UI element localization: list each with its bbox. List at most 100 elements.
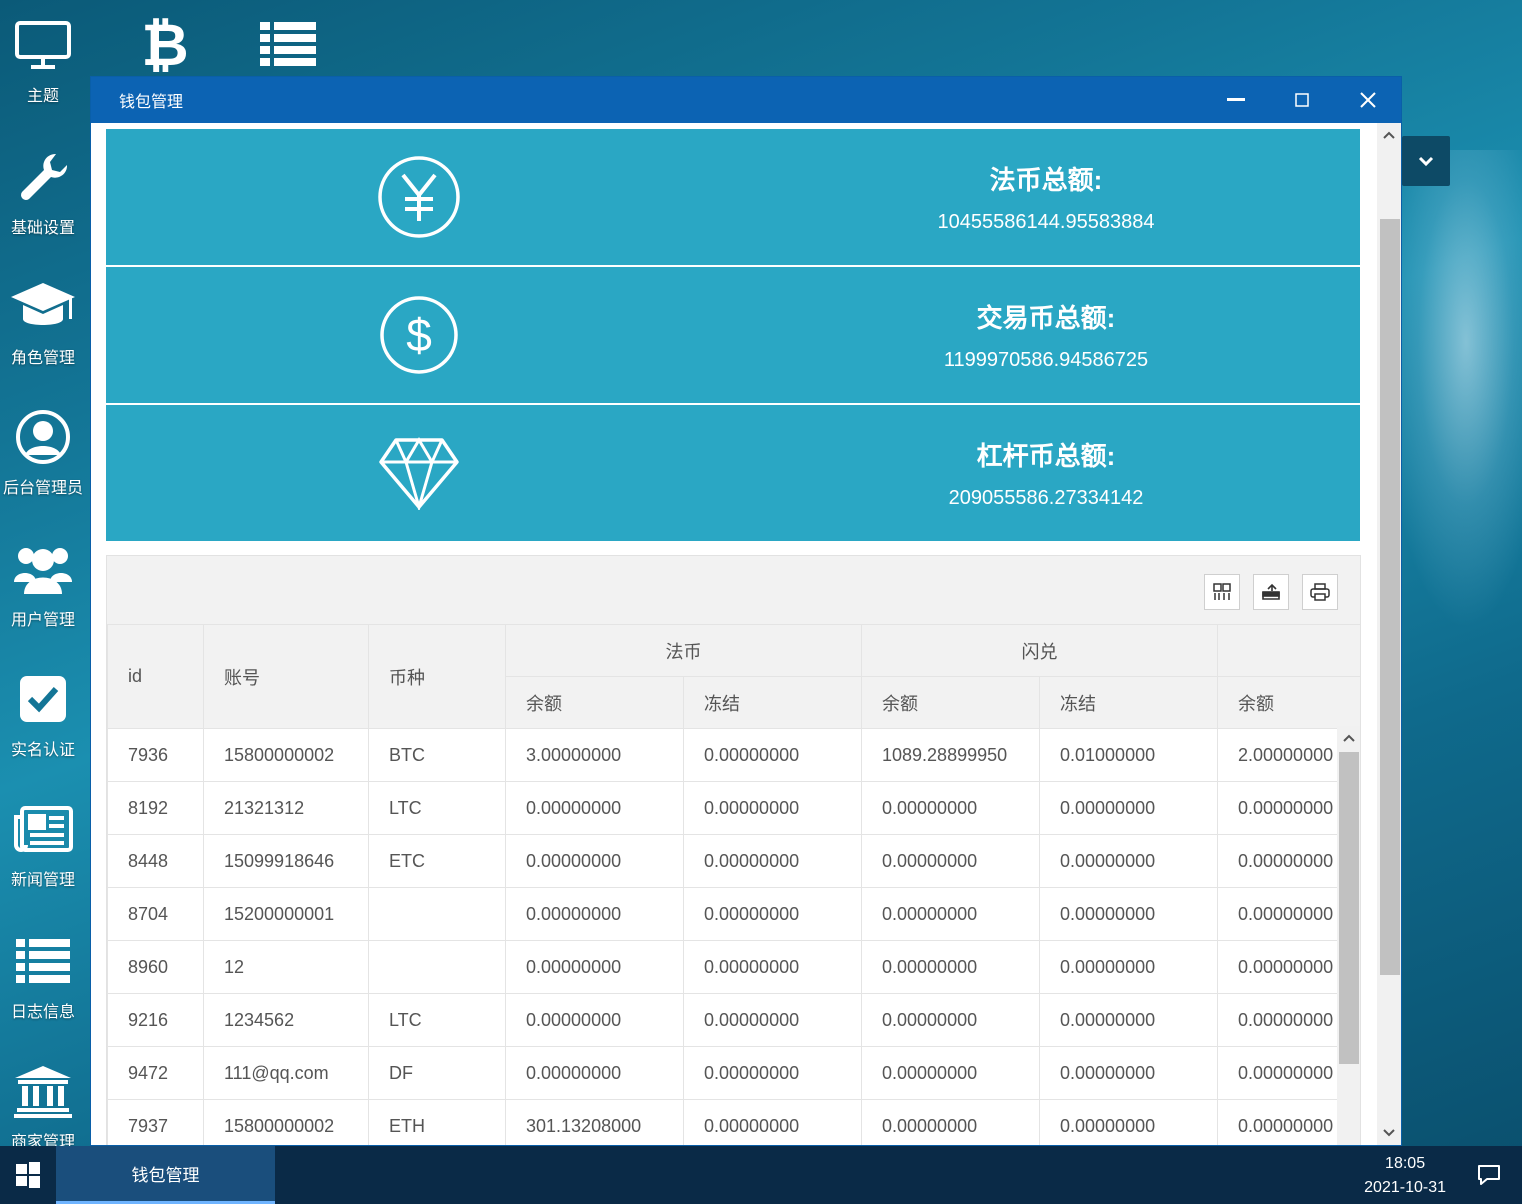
cell-account: 15200000001: [203, 887, 369, 941]
table-scroll-thumb[interactable]: [1339, 752, 1359, 1064]
maximize-button[interactable]: [1269, 77, 1335, 123]
table-scroll-up-button[interactable]: [1337, 726, 1360, 750]
desktop-icon-theme[interactable]: 主题: [0, 10, 86, 106]
table-row[interactable]: 7936 15800000002 BTC 3.00000000 0.000000…: [107, 728, 1360, 782]
diamond-icon: [379, 437, 459, 510]
desktop-icon-label: 主题: [26, 88, 59, 105]
export-icon: [1262, 583, 1280, 600]
fiat-total-value: 10455586144.95583884: [937, 211, 1155, 233]
table-row[interactable]: 8192 21321312 LTC 0.00000000 0.00000000 …: [107, 781, 1360, 835]
chat-bubble-icon: [1478, 1165, 1500, 1185]
taskbar-item-wallet[interactable]: 钱包管理: [56, 1146, 275, 1204]
header-flash-frozen[interactable]: 冻结: [1039, 676, 1218, 729]
window-content: 法币总额: 10455586144.95583884 $ 交易币总额: 1199…: [91, 123, 1377, 1145]
header-fiat-frozen[interactable]: 冻结: [683, 676, 862, 729]
desktop-icon-logs[interactable]: 日志信息: [0, 926, 86, 1022]
cell-flash-frozen: 0.00000000: [1039, 781, 1218, 835]
table-row[interactable]: 8448 15099918646 ETC 0.00000000 0.000000…: [107, 834, 1360, 888]
window-scroll-up-button[interactable]: [1377, 123, 1401, 147]
window-scroll-down-button[interactable]: [1377, 1121, 1401, 1145]
print-button[interactable]: [1302, 574, 1338, 610]
chevron-up-icon: [1383, 131, 1395, 139]
wallet-table-card: id 账号 币种 法币 闪兑 余额 冻结 余额 冻结 余额 7936 15800…: [106, 555, 1361, 1145]
trade-total-value: 1199970586.94586725: [943, 349, 1149, 371]
header-group-next: [1217, 624, 1360, 677]
taskbar: 钱包管理 18:05 2021-10-31: [0, 1146, 1522, 1204]
desktop-icon-label: 角色管理: [10, 350, 75, 367]
desktop-icon-label: 新闻管理: [10, 872, 75, 889]
chevron-down-icon: [1383, 1129, 1395, 1137]
bank-icon: [0, 1056, 86, 1126]
window-titlebar[interactable]: 钱包管理: [91, 77, 1401, 123]
desktop-icon-real-name-auth[interactable]: 实名认证: [0, 664, 86, 760]
table-scrollbar[interactable]: [1337, 726, 1360, 1145]
cell-fiat-frozen: 0.00000000: [683, 887, 862, 941]
chevron-down-icon: [1418, 156, 1434, 167]
svg-text:$: $: [406, 309, 432, 361]
table-grid: id 账号 币种 法币 闪兑 余额 冻结 余额 冻结 余额 7936 15800…: [107, 624, 1360, 1145]
wrench-icon: [0, 142, 86, 212]
windows-logo-icon: [16, 1162, 40, 1188]
cell-fiat-balance: 0.00000000: [505, 834, 684, 888]
cell-id: 8960: [107, 940, 204, 994]
cell-flash-balance: 0.00000000: [861, 993, 1040, 1047]
table-row[interactable]: 8704 15200000001 0.00000000 0.00000000 0…: [107, 887, 1360, 941]
export-button[interactable]: [1253, 574, 1289, 610]
background-dropdown-button[interactable]: [1402, 136, 1450, 186]
cell-id: 7937: [107, 1099, 204, 1145]
cell-account: 15099918646: [203, 834, 369, 888]
desktop-icon-news-management[interactable]: 新闻管理: [0, 794, 86, 890]
close-button[interactable]: [1335, 77, 1401, 123]
cell-account: 12: [203, 940, 369, 994]
cell-fiat-frozen: 0.00000000: [683, 834, 862, 888]
header-group-flash: 闪兑: [861, 624, 1218, 677]
cell-currency: LTC: [368, 781, 506, 835]
cell-flash-frozen: 0.01000000: [1039, 728, 1218, 782]
notification-button[interactable]: [1474, 1160, 1504, 1190]
desktop-icon-admin[interactable]: 后台管理员: [0, 402, 86, 498]
cell-fiat-balance: 0.00000000: [505, 993, 684, 1047]
table-row[interactable]: 7937 15800000002 ETH 301.13208000 0.0000…: [107, 1099, 1360, 1145]
bitcoin-icon[interactable]: ₿: [130, 14, 200, 74]
cell-id: 8448: [107, 834, 204, 888]
window-scrollbar[interactable]: [1377, 123, 1401, 1145]
wallet-management-window: 钱包管理 法币总额: 10455586144.95583884 $ 交易币总额:…: [90, 76, 1402, 1146]
cell-id: 8704: [107, 887, 204, 941]
user-circle-icon: [0, 402, 86, 472]
cell-flash-balance: 0.00000000: [861, 887, 1040, 941]
desktop-icon-basic-settings[interactable]: 基础设置: [0, 142, 86, 238]
cell-account: 1234562: [203, 993, 369, 1047]
header-account[interactable]: 账号: [203, 624, 369, 729]
header-fiat-balance[interactable]: 余额: [505, 676, 684, 729]
header-currency[interactable]: 币种: [368, 624, 506, 729]
desktop-icon-merchant-management[interactable]: 商家管理: [0, 1056, 86, 1152]
table-row[interactable]: 9472 111@qq.com DF 0.00000000 0.00000000…: [107, 1046, 1360, 1100]
leverage-total-value: 209055586.27334142: [948, 487, 1144, 509]
table-toolbar: [107, 556, 1360, 624]
start-button[interactable]: [0, 1146, 56, 1204]
users-icon: [0, 534, 86, 604]
columns-button[interactable]: [1204, 574, 1240, 610]
table-row[interactable]: 8960 12 0.00000000 0.00000000 0.00000000…: [107, 940, 1360, 994]
desktop-icon-role-management[interactable]: 角色管理: [0, 272, 86, 368]
list-icon[interactable]: [253, 14, 323, 74]
header-next-balance[interactable]: 余额: [1217, 676, 1360, 729]
cell-fiat-balance: 0.00000000: [505, 781, 684, 835]
minimize-button[interactable]: [1203, 77, 1269, 123]
window-scroll-thumb[interactable]: [1380, 219, 1400, 975]
chevron-up-icon: [1343, 734, 1355, 742]
cell-fiat-frozen: 0.00000000: [683, 1099, 862, 1145]
header-id[interactable]: id: [107, 624, 204, 729]
desktop-icon-user-management[interactable]: 用户管理: [0, 534, 86, 630]
header-flash-balance[interactable]: 余额: [861, 676, 1040, 729]
desktop-icon-label: 实名认证: [10, 742, 75, 759]
system-clock[interactable]: 18:05 2021-10-31: [1364, 1152, 1446, 1200]
leverage-total-panel: 杠杆币总额: 209055586.27334142: [106, 405, 1360, 541]
cell-flash-frozen: 0.00000000: [1039, 940, 1218, 994]
cell-flash-balance: 1089.28899950: [861, 728, 1040, 782]
leverage-total-title: 杠杆币总额:: [976, 441, 1116, 471]
fiat-total-title: 法币总额:: [989, 165, 1103, 195]
svg-text:₿: ₿: [143, 15, 187, 73]
table-row[interactable]: 9216 1234562 LTC 0.00000000 0.00000000 0…: [107, 993, 1360, 1047]
cell-account: 15800000002: [203, 1099, 369, 1145]
